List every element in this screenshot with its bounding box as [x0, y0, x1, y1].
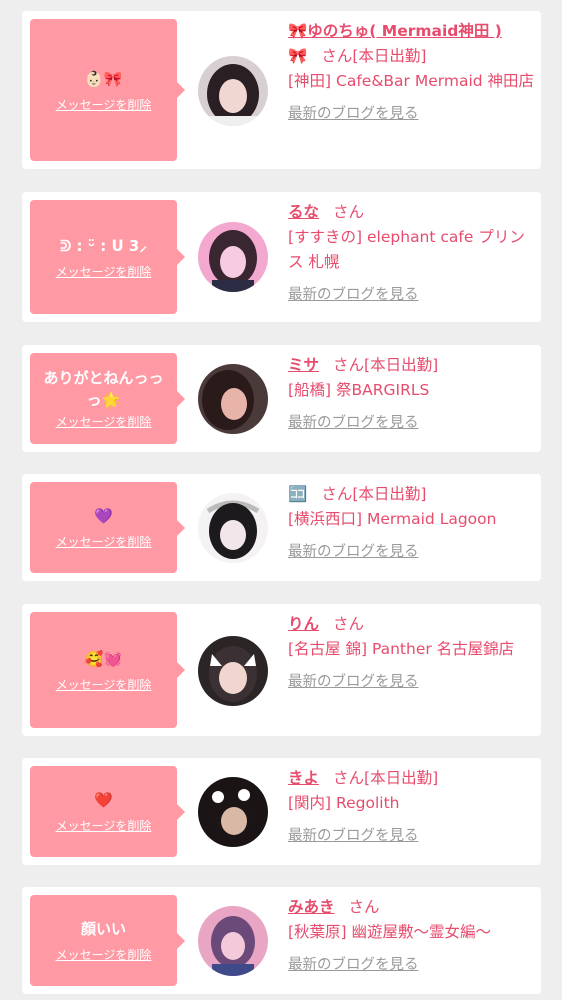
- message-bubble: 顔いい メッセージを削除: [30, 895, 185, 986]
- shop-name: [すすきの] elephant cafe プリンス 札幌: [288, 228, 525, 271]
- cast-info: りん さん [名古屋 錦] Panther 名古屋錦店 最新のブログを見る: [288, 612, 536, 695]
- avatar-photo: [198, 906, 268, 976]
- message-text: ᕲ : ᵕ̈ : ᑌ 3⸝: [60, 236, 147, 255]
- honorific: さん: [333, 203, 365, 221]
- message-bubble: ❤️ メッセージを削除: [30, 766, 185, 857]
- message-card: 顔いい メッセージを削除 みあき さん [秋葉原] 幽遊屋敷〜霊女編〜 最新のブロ…: [22, 887, 541, 994]
- latest-blog-link[interactable]: 最新のブログを見る: [288, 824, 419, 849]
- message-card: ❤️ メッセージを削除 きよ さん[本日出勤] [関内] Regolith 最新の…: [22, 758, 541, 865]
- avatar-photo: [198, 364, 268, 434]
- work-status: [本日出勤]: [364, 769, 439, 787]
- cast-info: 🈁 さん[本日出勤] [横浜西口] Mermaid Lagoon 最新のブログを見…: [288, 482, 536, 565]
- avatar-photo: [198, 777, 268, 847]
- honorific: さん: [321, 485, 353, 503]
- cast-name-link[interactable]: みあき: [288, 898, 335, 916]
- latest-blog-link[interactable]: 最新のブログを見る: [288, 411, 419, 436]
- cast-info: るな さん [すすきの] elephant cafe プリンス 札幌 最新のブログ…: [288, 200, 536, 308]
- message-text: 👶🏻🎀: [84, 69, 123, 88]
- honorific: さん: [333, 615, 365, 633]
- cast-name-link[interactable]: りん: [288, 615, 319, 633]
- honorific: さん: [333, 356, 365, 374]
- message-bubble: 🥰💓 メッセージを削除: [30, 612, 185, 728]
- latest-blog-link[interactable]: 最新のブログを見る: [288, 953, 419, 978]
- latest-blog-link[interactable]: 最新のブログを見る: [288, 670, 419, 695]
- message-card: 🥰💓 メッセージを削除 りん さん [名古屋 錦] Panther 名古屋錦店 最…: [22, 604, 541, 736]
- work-status: [本日出勤]: [352, 47, 427, 65]
- message-bubble: ありがとねんっっ っ🌟 メッセージを削除: [30, 353, 185, 444]
- shop-name: [神田] Cafe&Bar Mermaid 神田店: [288, 72, 535, 90]
- avatar[interactable]: [198, 777, 268, 847]
- latest-blog-link[interactable]: 最新のブログを見る: [288, 540, 419, 565]
- avatar-photo: [198, 636, 268, 706]
- delete-message-link[interactable]: メッセージを削除: [56, 946, 152, 963]
- message-card: 💜 メッセージを削除 🈁 さん[本日出勤] [横浜西口] Mermaid Lago…: [22, 474, 541, 581]
- cast-info: きよ さん[本日出勤] [関内] Regolith 最新のブログを見る: [288, 766, 536, 849]
- avatar-photo: [198, 493, 268, 563]
- avatar-photo: [198, 56, 268, 126]
- shop-name: [関内] Regolith: [288, 794, 400, 812]
- cast-info: みあき さん [秋葉原] 幽遊屋敷〜霊女編〜 最新のブログを見る: [288, 895, 536, 978]
- shop-name: [名古屋 錦] Panther 名古屋錦店: [288, 640, 515, 658]
- delete-message-link[interactable]: メッセージを削除: [56, 533, 152, 550]
- delete-message-link[interactable]: メッセージを削除: [56, 263, 152, 280]
- work-status: [本日出勤]: [352, 485, 427, 503]
- message-bubble: 👶🏻🎀 メッセージを削除: [30, 19, 185, 161]
- message-text: 🥰💓: [84, 649, 123, 668]
- cast-info: ミサ さん[本日出勤] [船橋] 祭BARGIRLS 最新のブログを見る: [288, 353, 536, 436]
- latest-blog-link[interactable]: 最新のブログを見る: [288, 102, 419, 127]
- cast-name-link[interactable]: 🈁: [288, 485, 307, 503]
- avatar[interactable]: [198, 222, 268, 292]
- delete-message-link[interactable]: メッセージを削除: [56, 676, 152, 693]
- avatar-photo: [198, 222, 268, 292]
- message-text: 💜: [94, 507, 113, 525]
- latest-blog-link[interactable]: 最新のブログを見る: [288, 283, 419, 308]
- delete-message-link[interactable]: メッセージを削除: [56, 96, 152, 113]
- cast-name-link[interactable]: ミサ: [288, 356, 319, 374]
- honorific: さん: [321, 47, 353, 65]
- delete-message-link[interactable]: メッセージを削除: [56, 413, 152, 430]
- shop-name: [船橋] 祭BARGIRLS: [288, 381, 430, 399]
- message-card: ありがとねんっっ っ🌟 メッセージを削除 ミサ さん[本日出勤] [船橋] 祭BA…: [22, 345, 541, 452]
- delete-message-link[interactable]: メッセージを削除: [56, 817, 152, 834]
- honorific: さん: [348, 898, 380, 916]
- message-text: ❤️: [94, 791, 113, 809]
- avatar[interactable]: [198, 493, 268, 563]
- message-text: ありがとねんっっ っ🌟: [43, 369, 164, 409]
- cast-name-link[interactable]: きよ: [288, 769, 319, 787]
- cast-name-link[interactable]: るな: [288, 203, 319, 221]
- message-card: 👶🏻🎀 メッセージを削除 🎀ゆのちゅ( Mermaid神田 ) 🎀 さん[本日出勤…: [22, 11, 541, 169]
- message-bubble: 💜 メッセージを削除: [30, 482, 185, 573]
- cast-name-suffix: 🎀: [288, 47, 308, 65]
- message-text: 顔いい: [80, 920, 126, 938]
- shop-name: [秋葉原] 幽遊屋敷〜霊女編〜: [288, 923, 492, 941]
- avatar[interactable]: [198, 364, 268, 434]
- avatar[interactable]: [198, 636, 268, 706]
- shop-name: [横浜西口] Mermaid Lagoon: [288, 510, 497, 528]
- message-card: ᕲ : ᵕ̈ : ᑌ 3⸝ メッセージを削除 るな さん [すすきの] eleph…: [22, 192, 541, 322]
- cast-name-link[interactable]: 🎀ゆのちゅ( Mermaid神田 ): [288, 22, 502, 40]
- message-bubble: ᕲ : ᵕ̈ : ᑌ 3⸝ メッセージを削除: [30, 200, 185, 314]
- work-status: [本日出勤]: [364, 356, 439, 374]
- avatar[interactable]: [198, 906, 268, 976]
- avatar[interactable]: [198, 56, 268, 126]
- honorific: さん: [333, 769, 365, 787]
- cast-info: 🎀ゆのちゅ( Mermaid神田 ) 🎀 さん[本日出勤] [神田] Cafe&B…: [288, 19, 536, 127]
